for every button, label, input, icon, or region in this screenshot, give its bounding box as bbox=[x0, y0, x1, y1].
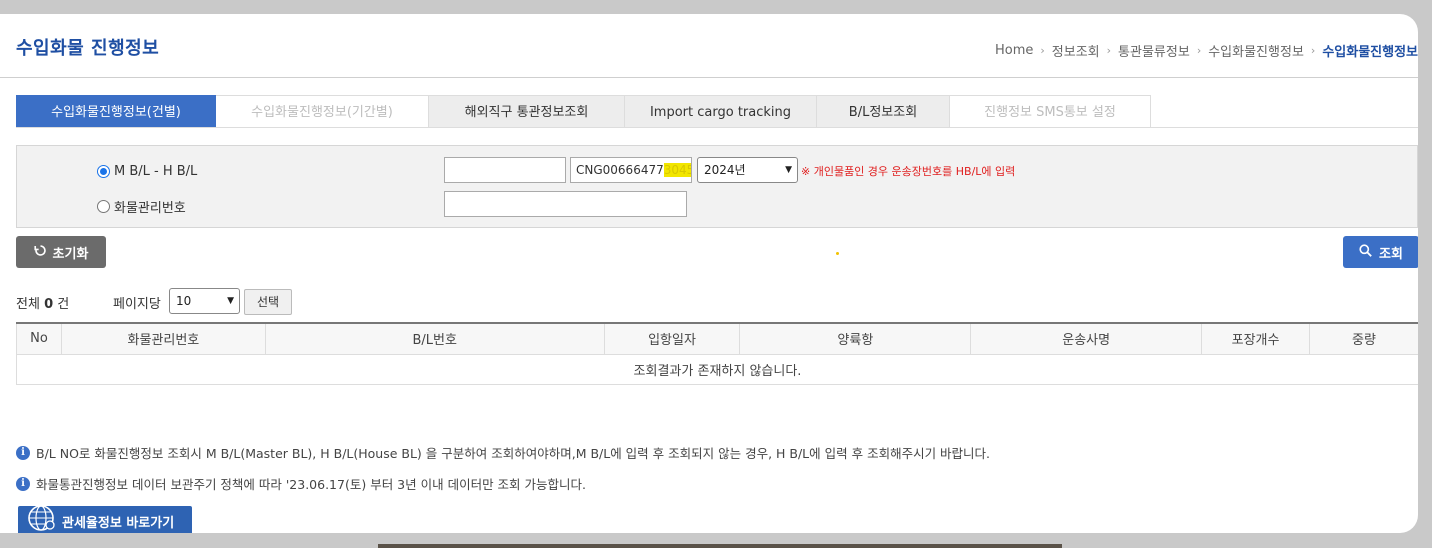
header-divider bbox=[0, 77, 1418, 78]
column-header-weight: 중량 bbox=[1309, 322, 1418, 355]
info-icon: i bbox=[16, 445, 30, 460]
tab-underline bbox=[16, 127, 1418, 128]
empty-result-message: 조회결과가 존재하지 않습니다. bbox=[16, 353, 1418, 385]
search-panel: M B/L - H B/L 화물관리번호 CNG006664773045 202… bbox=[16, 145, 1418, 228]
hbl-input-highlight: 3045 bbox=[663, 163, 691, 177]
radio-cargo-no[interactable] bbox=[97, 200, 110, 213]
radio-mbl-hbl[interactable] bbox=[97, 165, 110, 178]
chevron-right-icon: › bbox=[1040, 44, 1045, 57]
reset-button-label: 초기화 bbox=[52, 246, 89, 262]
globe-icon bbox=[26, 504, 56, 534]
tab-import-cargo-single[interactable]: 수입화물진행정보(건별) bbox=[16, 95, 216, 128]
info-note-2-text: 화물통관진행정보 데이터 보관주기 정책에 따라 '23.06.17(토) 부터… bbox=[36, 477, 586, 492]
radio-cargo-no-row[interactable]: 화물관리번호 bbox=[97, 197, 186, 216]
breadcrumb: Home › 정보조회 › 통관물류정보 › 수입화물진행정보 › 수입화물진행… bbox=[995, 41, 1418, 60]
info-icon: i bbox=[16, 476, 30, 491]
search-icon bbox=[1359, 243, 1372, 261]
total-count-value: 0 bbox=[44, 297, 54, 312]
tariff-info-shortcut[interactable]: 관세율정보 바로가기 bbox=[18, 504, 192, 534]
breadcrumb-customs-logistics[interactable]: 통관물류정보 bbox=[1118, 41, 1190, 60]
chevron-right-icon: › bbox=[1310, 44, 1316, 57]
cargo-no-input[interactable] bbox=[444, 191, 687, 217]
chevron-right-icon: › bbox=[1196, 44, 1202, 57]
select-button[interactable]: 선택 bbox=[244, 289, 292, 315]
info-note-1-text: B/L NO로 화물진행정보 조회시 M B/L(Master BL), H B… bbox=[36, 446, 991, 461]
table-row: 조회결과가 존재하지 않습니다. bbox=[16, 353, 1418, 385]
breadcrumb-home[interactable]: Home bbox=[995, 43, 1033, 58]
info-note-2: i 화물통관진행정보 데이터 보관주기 정책에 따라 '23.06.17(토) … bbox=[16, 474, 586, 493]
year-select-value: 2024년 bbox=[704, 163, 746, 177]
chevron-down-icon: ▼ bbox=[785, 165, 792, 175]
radio-mbl-hbl-row[interactable]: M B/L - H B/L bbox=[97, 164, 197, 179]
total-count: 전체 0 건 bbox=[16, 293, 69, 312]
search-button-label: 조회 bbox=[1379, 246, 1403, 262]
tab-import-cargo-tracking[interactable]: Import cargo tracking bbox=[625, 95, 817, 128]
per-page-value: 10 bbox=[176, 294, 192, 308]
column-header-bl-no: B/L번호 bbox=[264, 322, 605, 355]
background-strip bbox=[378, 544, 1062, 548]
hbl-notice: ※ 개인물품인 경우 운송장번호를 HB/L에 입력 bbox=[801, 165, 1016, 178]
column-header-cargo-no: 화물관리번호 bbox=[60, 322, 266, 355]
page-title: 수입화물 진행정보 bbox=[16, 38, 160, 59]
hbl-input-value: CNG00666477 bbox=[576, 163, 664, 177]
column-header-discharge-port: 양륙항 bbox=[739, 322, 971, 355]
total-label: 전체 bbox=[16, 297, 40, 312]
chevron-down-icon: ▼ bbox=[227, 296, 234, 306]
column-header-package-count: 포장개수 bbox=[1201, 322, 1310, 355]
per-page-select[interactable]: 10 ▼ bbox=[169, 288, 240, 314]
tab-bl-info[interactable]: B/L정보조회 bbox=[817, 95, 950, 128]
breadcrumb-current: 수입화물진행정보 bbox=[1322, 45, 1418, 60]
per-page-label: 페이지당 bbox=[113, 297, 161, 312]
refresh-icon bbox=[33, 244, 47, 261]
page-container: 수입화물 진행정보 Home › 정보조회 › 통관물류정보 › 수입화물진행정… bbox=[0, 14, 1418, 533]
column-header-carrier: 운송사명 bbox=[970, 322, 1202, 355]
tab-sms-notification[interactable]: 진행정보 SMS통보 설정 bbox=[950, 95, 1151, 128]
breadcrumb-import-cargo[interactable]: 수입화물진행정보 bbox=[1208, 41, 1304, 60]
tab-bar: 수입화물진행정보(건별) 수입화물진행정보(기간별) 해외직구 통관정보조회 I… bbox=[16, 95, 1151, 128]
column-header-arrival-date: 입항일자 bbox=[603, 322, 740, 355]
results-table: No 화물관리번호 B/L번호 입항일자 양륙항 운송사명 포장개수 중량 조회… bbox=[16, 322, 1418, 385]
column-header-no: No bbox=[16, 322, 62, 355]
hbl-input[interactable]: CNG006664773045 bbox=[570, 157, 692, 183]
tab-import-cargo-period[interactable]: 수입화물진행정보(기간별) bbox=[216, 95, 429, 128]
radio-mbl-hbl-label: M B/L - H B/L bbox=[114, 164, 198, 179]
tab-overseas-direct-purchase[interactable]: 해외직구 통관정보조회 bbox=[429, 95, 625, 128]
breadcrumb-info-search[interactable]: 정보조회 bbox=[1052, 41, 1100, 60]
year-select[interactable]: 2024년 ▼ bbox=[697, 157, 798, 183]
total-unit: 건 bbox=[57, 297, 70, 312]
info-note-1: i B/L NO로 화물진행정보 조회시 M B/L(Master BL), H… bbox=[16, 443, 990, 462]
search-button[interactable]: 조회 bbox=[1343, 236, 1418, 268]
tariff-info-shortcut-label: 관세율정보 바로가기 bbox=[62, 516, 175, 531]
mbl-input[interactable] bbox=[444, 157, 566, 183]
table-header-row: No 화물관리번호 B/L번호 입항일자 양륙항 운송사명 포장개수 중량 bbox=[16, 322, 1418, 355]
decorative-dot bbox=[836, 252, 839, 255]
chevron-right-icon: › bbox=[1106, 44, 1112, 57]
reset-button[interactable]: 초기화 bbox=[16, 236, 106, 268]
radio-cargo-no-label: 화물관리번호 bbox=[114, 201, 186, 216]
